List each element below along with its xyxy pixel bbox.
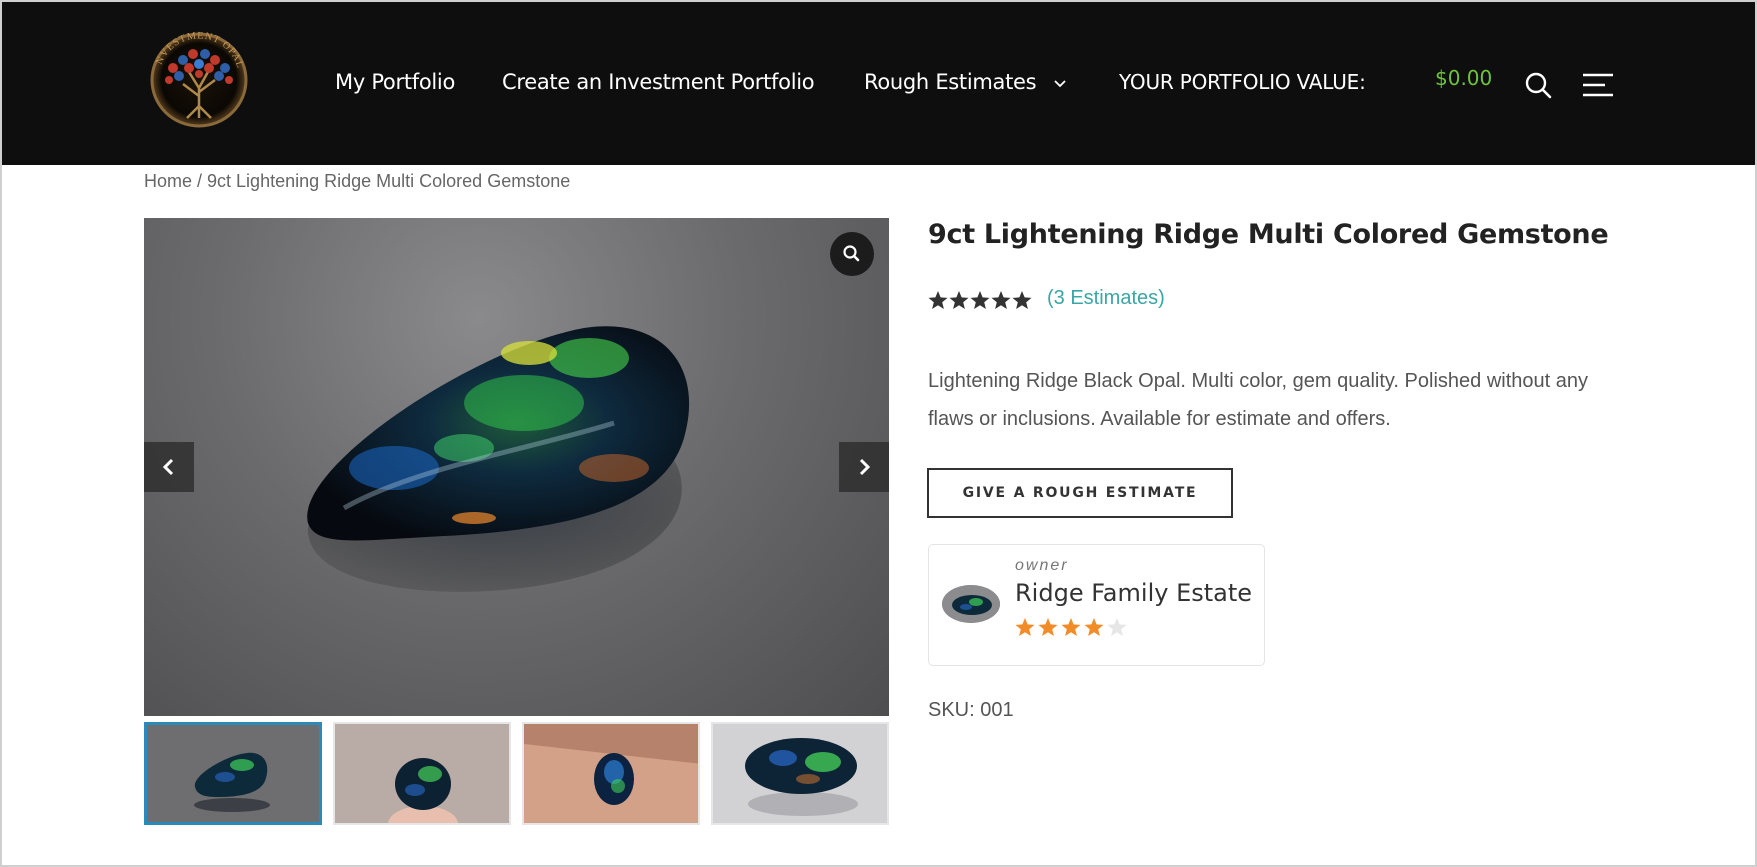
portfolio-value-label: YOUR PORTFOLIO VALUE:: [1119, 70, 1366, 94]
zoom-button[interactable]: [830, 232, 874, 276]
star-icon: [1084, 618, 1104, 636]
product-description: Lightening Ridge Black Opal. Multi color…: [928, 370, 1588, 430]
breadcrumb-current: 9ct Lightening Ridge Multi Colored Gemst…: [207, 171, 571, 191]
product-image-gallery[interactable]: [144, 218, 889, 716]
thumbnail-2[interactable]: [333, 722, 511, 825]
portfolio-value[interactable]: $0.00: [1435, 66, 1492, 90]
star-icon: [928, 291, 948, 309]
owner-kicker: owner: [1015, 557, 1069, 574]
nav-rough-estimates-label: Rough Estimates: [864, 70, 1037, 94]
product-main-image[interactable]: [144, 218, 889, 716]
star-icon: [949, 291, 969, 309]
breadcrumb: Home / 9ct Lightening Ridge Multi Colore…: [144, 171, 570, 192]
product-rating-stars: [928, 291, 1032, 309]
star-icon: [1038, 618, 1058, 636]
chevron-left-icon: [162, 458, 174, 476]
breadcrumb-home[interactable]: Home: [144, 171, 192, 191]
product-title: 9ct Lightening Ridge Multi Colored Gemst…: [928, 219, 1609, 250]
owner-rating-stars: [1015, 618, 1127, 636]
site-header: INVESTMENT OPAL My Portfolio Create an I…: [2, 2, 1755, 165]
star-icon: [1061, 618, 1081, 636]
thumbnail-4[interactable]: [711, 722, 889, 825]
menu-icon[interactable]: [1582, 72, 1614, 98]
reviews-link[interactable]: (3 Estimates): [1047, 287, 1165, 310]
gallery-prev-button[interactable]: [144, 442, 194, 492]
give-rough-estimate-button[interactable]: GIVE A ROUGH ESTIMATE: [927, 468, 1233, 518]
search-icon[interactable]: [1523, 70, 1553, 100]
owner-card[interactable]: owner Ridge Family Estate: [928, 544, 1265, 666]
owner-name[interactable]: Ridge Family Estate: [1015, 579, 1252, 607]
thumbnail-1[interactable]: [144, 722, 322, 825]
nav-rough-estimates[interactable]: Rough Estimates: [864, 70, 1067, 94]
star-empty-icon: [1107, 618, 1127, 636]
chevron-down-icon: [1054, 80, 1066, 88]
star-icon: [970, 291, 990, 309]
zoom-icon: [843, 245, 860, 262]
thumbnail-3[interactable]: [522, 722, 700, 825]
gallery-thumbnails: [144, 722, 889, 827]
star-icon: [991, 291, 1011, 309]
owner-avatar: [942, 585, 1000, 623]
nav-create-portfolio[interactable]: Create an Investment Portfolio: [502, 70, 815, 94]
breadcrumb-separator: /: [192, 171, 208, 191]
product-sku: SKU: 001: [928, 699, 1014, 721]
chevron-right-icon: [859, 458, 871, 476]
gallery-next-button[interactable]: [839, 442, 889, 492]
nav-my-portfolio[interactable]: My Portfolio: [335, 70, 455, 94]
opal-tree-logo-icon[interactable]: INVESTMENT OPAL: [143, 26, 255, 130]
star-icon: [1012, 291, 1032, 309]
star-icon: [1015, 618, 1035, 636]
